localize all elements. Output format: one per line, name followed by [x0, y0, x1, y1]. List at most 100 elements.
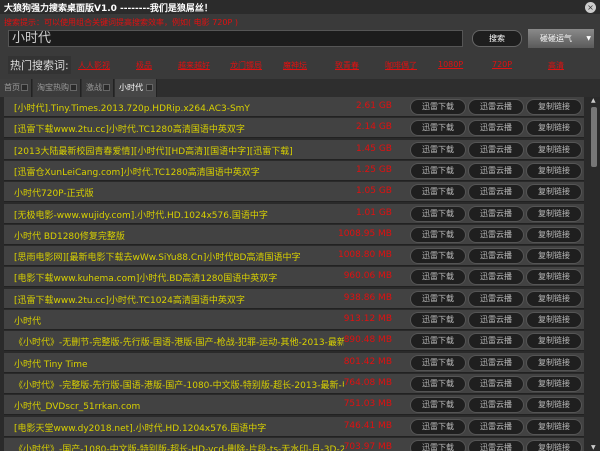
result-name[interactable]: 《小时代》-国产-1080-中文版-特别版-超长-HD-vcd-删除-片段-ts…	[14, 442, 344, 451]
hot-word-link[interactable]: 1080P	[438, 60, 463, 69]
result-name[interactable]: [迅雷仓XunLeiCang.com]小时代.TC1280高清国语中英双字	[14, 165, 344, 178]
result-name[interactable]: [小时代].Tiny.Times.2013.720p.HDRip.x264.AC…	[14, 101, 344, 114]
thunder-cloud-play-button[interactable]: 迅雷云播	[468, 99, 524, 115]
thunder-cloud-play-button[interactable]: 迅雷云播	[468, 397, 524, 414]
thunder-download-button[interactable]: 迅雷下载	[410, 418, 466, 435]
result-name[interactable]: 《小时代》-无删节-完整版-先行版-国语-港版-国产-枪战-犯罪-运动-其他-2…	[14, 335, 344, 348]
tab-xiaoshidai[interactable]: 小时代	[115, 79, 157, 97]
thunder-download-button[interactable]: 迅雷下载	[410, 333, 466, 350]
thunder-cloud-play-button[interactable]: 迅雷云播	[468, 375, 524, 392]
thunder-download-button[interactable]: 迅雷下载	[410, 439, 466, 451]
thunder-download-button[interactable]: 迅雷下载	[410, 312, 466, 328]
scroll-up-icon[interactable]: ▲	[591, 97, 596, 104]
thunder-cloud-play-button[interactable]: 迅雷云播	[468, 354, 524, 371]
result-name[interactable]: 小时代	[14, 314, 344, 327]
thunder-download-button[interactable]: 迅雷下载	[410, 269, 466, 286]
thunder-cloud-play-button[interactable]: 迅雷云播	[468, 439, 524, 451]
close-tab-icon[interactable]	[103, 84, 110, 91]
thunder-download-button[interactable]: 迅雷下载	[410, 184, 466, 201]
thunder-download-button[interactable]: 迅雷下载	[410, 99, 466, 115]
hot-word-link[interactable]: 人人影视	[78, 60, 110, 71]
thunder-download-button[interactable]: 迅雷下载	[410, 248, 466, 265]
copy-link-button[interactable]: 复制链接	[526, 290, 582, 307]
result-name[interactable]: [电影天堂www.dy2018.net].小时代.HD.1204x576.国语中…	[14, 421, 344, 434]
thunder-download-button[interactable]: 迅雷下载	[410, 354, 466, 371]
result-row: 小时代_DVDscr_51rrkan.com 751.03 MB 迅雷下载 迅雷…	[4, 395, 584, 416]
hot-word-link[interactable]: 720P	[492, 60, 512, 69]
tab-taobao[interactable]: 淘宝热购	[33, 79, 81, 97]
copy-link-button[interactable]: 复制链接	[526, 99, 582, 115]
thunder-cloud-play-button[interactable]: 迅雷云播	[468, 184, 524, 201]
thunder-cloud-play-button[interactable]: 迅雷云播	[468, 333, 524, 350]
thunder-cloud-play-button[interactable]: 迅雷云播	[468, 226, 524, 243]
copy-link-button[interactable]: 复制链接	[526, 226, 582, 243]
result-name[interactable]: [电影下载www.kuhema.com]小时代.BD高清1280国语中英双字	[14, 271, 344, 284]
thunder-download-button[interactable]: 迅雷下载	[410, 205, 466, 222]
hot-word-link[interactable]: 魔神坛	[283, 60, 307, 71]
copy-link-button[interactable]: 复制链接	[526, 205, 582, 222]
copy-link-button[interactable]: 复制链接	[526, 375, 582, 392]
copy-link-button[interactable]: 复制链接	[526, 141, 582, 158]
thunder-download-button[interactable]: 迅雷下载	[410, 375, 466, 392]
tab-jizhan[interactable]: 激战	[82, 79, 114, 97]
hot-word-link[interactable]: 极品	[136, 60, 152, 71]
thunder-cloud-play-button[interactable]: 迅雷云播	[468, 312, 524, 328]
thunder-download-button[interactable]: 迅雷下载	[410, 290, 466, 307]
dropdown-label: 碰碰运气	[540, 34, 572, 43]
result-name[interactable]: [迅雷下载www.2tu.cc]小时代.TC1280高清国语中英双字	[14, 122, 344, 135]
result-name[interactable]: [思雨电影网][最新电影下载去wWw.SiYu88.Cn]小时代BD高清国语中字	[14, 250, 344, 263]
result-name[interactable]: 小时代 BD1280修复完整版	[14, 229, 344, 242]
hot-word-link[interactable]: 高清	[548, 60, 564, 71]
close-tab-icon[interactable]	[146, 84, 153, 91]
thunder-cloud-play-button[interactable]: 迅雷云播	[468, 248, 524, 265]
search-button[interactable]: 搜索	[472, 30, 522, 47]
close-tab-icon[interactable]	[21, 84, 28, 91]
result-name[interactable]: 小时代720P-正式版	[14, 186, 344, 199]
copy-link-button[interactable]: 复制链接	[526, 354, 582, 371]
result-name[interactable]: 小时代_DVDscr_51rrkan.com	[14, 399, 344, 412]
scrollbar[interactable]: ▲ ▼	[588, 97, 600, 451]
lucky-dropdown[interactable]: 碰碰运气 ▼	[528, 29, 594, 48]
thunder-download-button[interactable]: 迅雷下载	[410, 226, 466, 243]
result-size: 2.61 GB	[355, 101, 392, 111]
scroll-down-icon[interactable]: ▼	[591, 444, 596, 451]
thunder-download-button[interactable]: 迅雷下载	[410, 397, 466, 414]
thunder-cloud-play-button[interactable]: 迅雷云播	[468, 269, 524, 286]
result-name[interactable]: [迅雷下载www.2tu.cc]小时代.TC1024高清国语中英双字	[14, 293, 344, 306]
scrollbar-thumb[interactable]	[591, 107, 597, 167]
thunder-cloud-play-button[interactable]: 迅雷云播	[468, 205, 524, 222]
result-name[interactable]: 《小时代》-完整版-先行版-国语-港版-国产-1080-中文版-特别版-超长-2…	[14, 378, 344, 391]
copy-link-button[interactable]: 复制链接	[526, 162, 582, 179]
close-icon[interactable]: ×	[585, 2, 596, 13]
copy-link-button[interactable]: 复制链接	[526, 269, 582, 286]
window-title: 大狼狗强力搜索桌面版V1.0 --------我们是狼屌丝！	[4, 4, 213, 14]
result-name[interactable]: [2013大陆最新校园青春爱情][小时代][HD高清][国语中字][迅雷下载]	[14, 144, 344, 157]
thunder-download-button[interactable]: 迅雷下载	[410, 162, 466, 179]
copy-link-button[interactable]: 复制链接	[526, 439, 582, 451]
hot-word-link[interactable]: 致青春	[335, 60, 359, 71]
copy-link-button[interactable]: 复制链接	[526, 333, 582, 350]
search-input[interactable]: 小时代	[8, 30, 463, 47]
thunder-cloud-play-button[interactable]: 迅雷云播	[468, 141, 524, 158]
thunder-download-button[interactable]: 迅雷下载	[410, 120, 466, 137]
thunder-cloud-play-button[interactable]: 迅雷云播	[468, 290, 524, 307]
hot-word-link[interactable]: 越来越好	[178, 60, 210, 71]
copy-link-button[interactable]: 复制链接	[526, 397, 582, 414]
copy-link-button[interactable]: 复制链接	[526, 184, 582, 201]
hot-word-link[interactable]: 龙门镖局	[230, 60, 262, 71]
copy-link-button[interactable]: 复制链接	[526, 120, 582, 137]
tab-home[interactable]: 首页	[0, 79, 32, 97]
chevron-down-icon: ▼	[586, 35, 591, 42]
thunder-cloud-play-button[interactable]: 迅雷云播	[468, 418, 524, 435]
copy-link-button[interactable]: 复制链接	[526, 418, 582, 435]
thunder-cloud-play-button[interactable]: 迅雷云播	[468, 120, 524, 137]
copy-link-button[interactable]: 复制链接	[526, 312, 582, 328]
copy-link-button[interactable]: 复制链接	[526, 248, 582, 265]
result-name[interactable]: [无极电影-www.wujidy.com].小时代.HD.1024x576.国语…	[14, 208, 344, 221]
thunder-cloud-play-button[interactable]: 迅雷云播	[468, 162, 524, 179]
thunder-download-button[interactable]: 迅雷下载	[410, 141, 466, 158]
result-name[interactable]: 小时代 Tiny Time	[14, 357, 344, 370]
result-size: 751.03 MB	[343, 399, 392, 410]
hot-word-link[interactable]: 咖啡偶了	[385, 60, 417, 71]
close-tab-icon[interactable]	[70, 84, 77, 91]
